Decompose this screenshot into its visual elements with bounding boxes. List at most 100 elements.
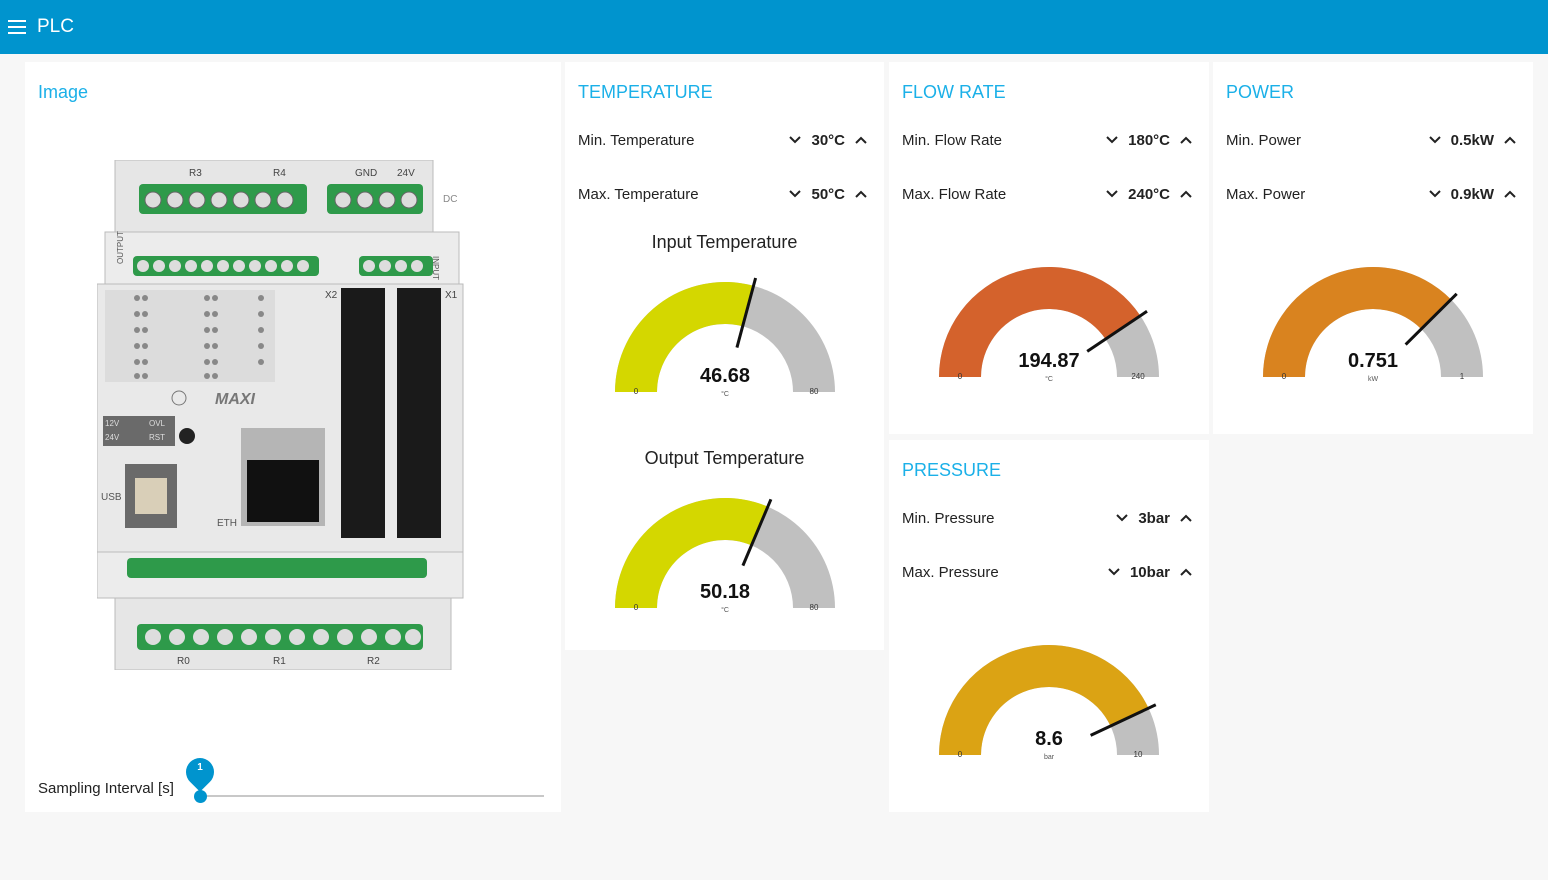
slider-value: 1 <box>197 762 203 773</box>
image-card-title: Image <box>38 82 89 102</box>
label-eth: ETH <box>217 518 237 529</box>
output-temperature-gauge: 50.18 °C 0 80 <box>615 498 835 614</box>
min-temperature-value: 30°C <box>811 131 845 149</box>
min-temperature-row: Min. Temperature 30°C <box>578 125 871 155</box>
temperature-title: TEMPERATURE <box>578 82 713 102</box>
min-power-label: Min. Power <box>1226 131 1302 149</box>
max-temperature-row: Max. Temperature 50°C <box>578 179 871 209</box>
gauge-max-label: 80 <box>810 387 819 396</box>
gauge-min-label: 0 <box>958 372 963 381</box>
label-r1: R1 <box>273 656 286 667</box>
label-ovl: OVL <box>149 419 166 428</box>
label-dc: DC <box>443 194 457 205</box>
chevron-down-icon[interactable] <box>1425 130 1445 150</box>
chevron-up-icon[interactable] <box>1176 508 1196 528</box>
flow-rate-title: FLOW RATE <box>902 82 1006 102</box>
sampling-interval-label: Sampling Interval [s] <box>38 780 174 797</box>
flow-rate-gauge: 194.87 °C 0 240 <box>939 267 1159 383</box>
output-temperature-title: Output Temperature <box>644 448 805 468</box>
max-power-label: Max. Power <box>1226 185 1306 203</box>
gauge-unit: °C <box>1045 375 1053 383</box>
gauge-min-label: 0 <box>634 387 639 396</box>
pressure-title: PRESSURE <box>902 460 1002 480</box>
label-usb: USB <box>101 492 122 503</box>
chevron-down-icon[interactable] <box>1102 184 1122 204</box>
max-flow-rate-row: Max. Flow Rate 240°C <box>902 179 1196 209</box>
gauge-max-label: 80 <box>810 603 819 612</box>
top-bar: PLC <box>0 0 1548 54</box>
chevron-up-icon[interactable] <box>1500 184 1520 204</box>
gauge-unit: °C <box>721 606 729 614</box>
gauge-max-label: 240 <box>1131 372 1145 381</box>
plc-device-image: R3 R4 GND 24V DC OUTPUT INPUT MAXI 12V 2… <box>97 160 464 670</box>
input-temperature-gauge: 46.68 °C 0 80 <box>615 277 835 398</box>
label-output: OUTPUT <box>116 231 125 264</box>
max-temperature-label: Max. Temperature <box>578 185 699 203</box>
min-power-value: 0.5kW <box>1450 131 1494 149</box>
chevron-up-icon[interactable] <box>1500 130 1520 150</box>
chevron-up-icon[interactable] <box>851 184 871 204</box>
label-r0: R0 <box>177 656 190 667</box>
chevron-down-icon[interactable] <box>785 130 805 150</box>
gauge-value: 46.68 <box>700 365 750 387</box>
label-24v: 24V <box>397 168 415 179</box>
min-flow-rate-row: Min. Flow Rate 180°C <box>902 125 1196 155</box>
min-flow-rate-value: 180°C <box>1128 131 1170 149</box>
app-title: PLC <box>37 16 74 37</box>
chevron-down-icon[interactable] <box>1112 508 1132 528</box>
input-temperature-title: Input Temperature <box>651 232 798 252</box>
chevron-down-icon[interactable] <box>1102 130 1122 150</box>
flow-rate-card: FLOW RATE Min. Flow Rate 180°C Max. Flow… <box>889 62 1209 434</box>
max-power-row: Max. Power 0.9kW <box>1226 179 1520 209</box>
gauge-value: 50.18 <box>700 581 750 603</box>
label-x1: X1 <box>445 290 458 301</box>
chevron-up-icon[interactable] <box>1176 562 1196 582</box>
temperature-card: TEMPERATURE Min. Temperature 30°C Max. T… <box>565 62 884 650</box>
brand-maxi: MAXI <box>215 391 256 408</box>
gauge-min-label: 0 <box>634 603 639 612</box>
power-card: POWER Min. Power 0.5kW Max. Power 0.9kW … <box>1213 62 1533 434</box>
label-24v-b: 24V <box>105 433 120 442</box>
gauge-unit: kW <box>1368 376 1379 383</box>
gauge-unit: bar <box>1044 754 1055 761</box>
pressure-card: PRESSURE Min. Pressure 3bar Max. Pressur… <box>889 440 1209 812</box>
max-temperature-value: 50°C <box>811 185 845 203</box>
chevron-down-icon[interactable] <box>785 184 805 204</box>
pressure-gauge: 8.6 bar 0 10 <box>939 645 1159 761</box>
label-r3: R3 <box>189 168 202 179</box>
label-input-top: INPUT <box>431 256 440 280</box>
min-pressure-label: Min. Pressure <box>902 509 995 527</box>
label-x2: X2 <box>325 290 338 301</box>
gauge-max-label: 1 <box>1460 372 1465 381</box>
min-flow-rate-label: Min. Flow Rate <box>902 131 1003 149</box>
max-power-value: 0.9kW <box>1450 185 1494 203</box>
max-pressure-row: Max. Pressure 10bar <box>902 557 1196 587</box>
gauge-value: 8.6 <box>1035 728 1063 750</box>
chevron-up-icon[interactable] <box>851 130 871 150</box>
chevron-down-icon[interactable] <box>1104 562 1124 582</box>
chevron-up-icon[interactable] <box>1176 184 1196 204</box>
image-card: Image R3 R4 GND 24V DC OUTPUT INPUT MAXI… <box>25 62 561 812</box>
gauge-min-label: 0 <box>1282 372 1287 381</box>
sampling-interval-slider[interactable] <box>200 795 544 797</box>
gauge-min-label: 0 <box>958 750 963 759</box>
min-power-row: Min. Power 0.5kW <box>1226 125 1520 155</box>
gauge-value: 0.751 <box>1348 350 1398 372</box>
max-flow-rate-value: 240°C <box>1128 185 1170 203</box>
max-pressure-label: Max. Pressure <box>902 563 999 581</box>
chevron-down-icon[interactable] <box>1425 184 1445 204</box>
chevron-up-icon[interactable] <box>1176 130 1196 150</box>
label-r2: R2 <box>367 656 380 667</box>
max-flow-rate-label: Max. Flow Rate <box>902 185 1007 203</box>
label-rst: RST <box>149 433 165 442</box>
min-pressure-value: 3bar <box>1138 509 1170 527</box>
label-gnd: GND <box>355 168 377 179</box>
label-12v: 12V <box>105 419 120 428</box>
slider-thumb[interactable] <box>194 790 207 803</box>
power-title: POWER <box>1226 82 1295 102</box>
power-gauge: 0.751 kW 0 1 <box>1263 267 1483 383</box>
max-pressure-value: 10bar <box>1129 563 1170 581</box>
label-r4: R4 <box>273 168 286 179</box>
gauge-max-label: 10 <box>1134 750 1143 759</box>
hamburger-icon[interactable] <box>0 0 34 54</box>
